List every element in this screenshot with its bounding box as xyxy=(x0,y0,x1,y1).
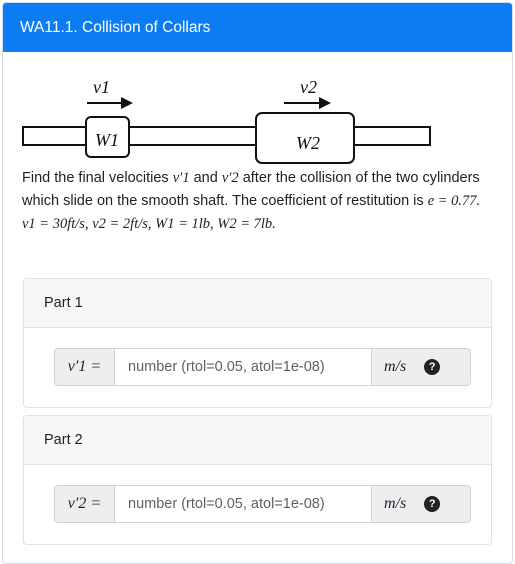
part-2-card: Part 2 v′2 = m/s ? xyxy=(23,415,492,545)
v1-label: v1 xyxy=(93,77,110,97)
part-1-card: Part 1 v′1 = m/s ? xyxy=(23,278,492,408)
v2-label: v2 xyxy=(300,77,317,97)
part-1-variable-label: v′1 = xyxy=(55,349,115,385)
collars-diagram: W1 W2 v1 v2 xyxy=(22,77,431,164)
problem-text: Find the final velocities xyxy=(22,170,173,186)
v1-arrow-head xyxy=(121,97,133,109)
part-2-answer-group: v′2 = m/s ? xyxy=(54,485,471,523)
v2-arrow-head xyxy=(319,97,331,109)
v1-prime-symbol: v′1 xyxy=(172,170,190,186)
part-1-unit-label: m/s xyxy=(384,358,407,375)
w2-label: W2 xyxy=(296,133,320,153)
question-title: WA11.1. Collision of Collars xyxy=(3,3,512,52)
part-2-unit: m/s ? xyxy=(371,486,470,522)
shaft xyxy=(22,126,431,146)
question-circle-icon[interactable]: ? xyxy=(424,496,441,512)
part-1-title: Part 1 xyxy=(24,279,491,328)
question-card: WA11.1. Collision of Collars W1 W2 v1 v2… xyxy=(2,2,513,564)
part-1-answer-group: v′1 = m/s ? xyxy=(54,348,471,386)
question-circle-icon[interactable]: ? xyxy=(424,359,441,375)
problem-text: and xyxy=(189,170,222,186)
part-2-variable-label: v′2 = xyxy=(55,486,115,522)
v2-prime-symbol: v′2 xyxy=(221,170,239,186)
w1-label: W1 xyxy=(95,130,119,150)
part-2-answer-input[interactable] xyxy=(115,486,371,522)
part-2-title: Part 2 xyxy=(24,416,491,465)
problem-statement: Find the final velocities v′1 and v′2 af… xyxy=(22,167,497,236)
part-2-unit-label: m/s xyxy=(384,495,407,512)
part-1-answer-input[interactable] xyxy=(115,349,371,385)
part-1-unit: m/s ? xyxy=(371,349,470,385)
